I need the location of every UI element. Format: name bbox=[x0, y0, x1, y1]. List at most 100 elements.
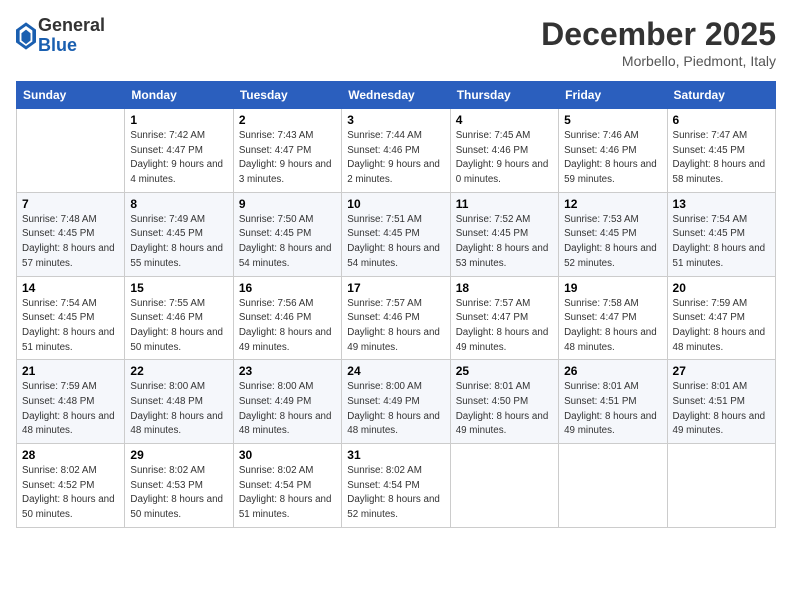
day-cell bbox=[667, 444, 775, 528]
day-cell bbox=[17, 109, 125, 193]
day-cell: 8 Sunrise: 7:49 AMSunset: 4:45 PMDaylight… bbox=[125, 192, 233, 276]
title-block: December 2025 Morbello, Piedmont, Italy bbox=[541, 16, 776, 69]
location: Morbello, Piedmont, Italy bbox=[541, 53, 776, 69]
day-info: Sunrise: 7:54 AMSunset: 4:45 PMDaylight:… bbox=[673, 213, 770, 272]
day-number: 19 bbox=[564, 281, 661, 295]
logo-general: General bbox=[38, 16, 105, 36]
day-number: 12 bbox=[564, 197, 661, 211]
day-number: 16 bbox=[239, 281, 336, 295]
logo-blue: Blue bbox=[38, 36, 105, 56]
day-number: 2 bbox=[239, 113, 336, 127]
day-info: Sunrise: 7:54 AMSunset: 4:45 PMDaylight:… bbox=[22, 297, 119, 356]
day-info: Sunrise: 7:42 AMSunset: 4:47 PMDaylight:… bbox=[130, 129, 227, 188]
weekday-friday: Friday bbox=[559, 82, 667, 109]
weekday-sunday: Sunday bbox=[17, 82, 125, 109]
day-info: Sunrise: 7:46 AMSunset: 4:46 PMDaylight:… bbox=[564, 129, 661, 188]
day-number: 23 bbox=[239, 364, 336, 378]
day-number: 8 bbox=[130, 197, 227, 211]
day-cell: 13Sunrise: 7:54 AMSunset: 4:45 PMDayligh… bbox=[667, 192, 775, 276]
day-number: 31 bbox=[347, 448, 444, 462]
day-number: 26 bbox=[564, 364, 661, 378]
day-cell: 31 Sunrise: 8:02 AMSunset: 4:54 PMDayligh… bbox=[342, 444, 450, 528]
weekday-tuesday: Tuesday bbox=[233, 82, 341, 109]
day-info: Sunrise: 7:49 AMSunset: 4:45 PMDaylight:… bbox=[130, 213, 227, 272]
day-cell: 19 Sunrise: 7:58 AMSunset: 4:47 PMDayligh… bbox=[559, 276, 667, 360]
day-cell bbox=[559, 444, 667, 528]
day-number: 25 bbox=[456, 364, 553, 378]
day-info: Sunrise: 7:47 AMSunset: 4:45 PMDaylight:… bbox=[673, 129, 770, 188]
day-info: Sunrise: 8:00 AMSunset: 4:49 PMDaylight:… bbox=[347, 380, 444, 439]
day-cell: 6 Sunrise: 7:47 AMSunset: 4:45 PMDaylight… bbox=[667, 109, 775, 193]
day-info: Sunrise: 8:02 AMSunset: 4:54 PMDaylight:… bbox=[347, 464, 444, 523]
day-info: Sunrise: 8:02 AMSunset: 4:54 PMDaylight:… bbox=[239, 464, 336, 523]
week-row-1: 7 Sunrise: 7:48 AMSunset: 4:45 PMDaylight… bbox=[17, 192, 776, 276]
day-number: 6 bbox=[673, 113, 770, 127]
day-number: 21 bbox=[22, 364, 119, 378]
day-cell: 18 Sunrise: 7:57 AMSunset: 4:47 PMDayligh… bbox=[450, 276, 558, 360]
week-row-4: 28 Sunrise: 8:02 AMSunset: 4:52 PMDayligh… bbox=[17, 444, 776, 528]
day-number: 14 bbox=[22, 281, 119, 295]
day-number: 10 bbox=[347, 197, 444, 211]
day-cell: 27 Sunrise: 8:01 AMSunset: 4:51 PMDayligh… bbox=[667, 360, 775, 444]
weekday-monday: Monday bbox=[125, 82, 233, 109]
day-number: 28 bbox=[22, 448, 119, 462]
day-cell: 3 Sunrise: 7:44 AMSunset: 4:46 PMDaylight… bbox=[342, 109, 450, 193]
day-info: Sunrise: 7:53 AMSunset: 4:45 PMDaylight:… bbox=[564, 213, 661, 272]
day-number: 24 bbox=[347, 364, 444, 378]
day-number: 15 bbox=[130, 281, 227, 295]
day-number: 22 bbox=[130, 364, 227, 378]
week-row-3: 21 Sunrise: 7:59 AMSunset: 4:48 PMDayligh… bbox=[17, 360, 776, 444]
month-title: December 2025 bbox=[541, 16, 776, 53]
day-info: Sunrise: 7:59 AMSunset: 4:48 PMDaylight:… bbox=[22, 380, 119, 439]
day-cell: 7 Sunrise: 7:48 AMSunset: 4:45 PMDaylight… bbox=[17, 192, 125, 276]
week-row-0: 1Sunrise: 7:42 AMSunset: 4:47 PMDaylight… bbox=[17, 109, 776, 193]
logo: General Blue bbox=[16, 16, 105, 56]
day-info: Sunrise: 7:55 AMSunset: 4:46 PMDaylight:… bbox=[130, 297, 227, 356]
day-info: Sunrise: 7:44 AMSunset: 4:46 PMDaylight:… bbox=[347, 129, 444, 188]
day-cell: 12 Sunrise: 7:53 AMSunset: 4:45 PMDayligh… bbox=[559, 192, 667, 276]
weekday-row: SundayMondayTuesdayWednesdayThursdayFrid… bbox=[17, 82, 776, 109]
day-info: Sunrise: 7:59 AMSunset: 4:47 PMDaylight:… bbox=[673, 297, 770, 356]
day-cell: 16 Sunrise: 7:56 AMSunset: 4:46 PMDayligh… bbox=[233, 276, 341, 360]
day-info: Sunrise: 7:58 AMSunset: 4:47 PMDaylight:… bbox=[564, 297, 661, 356]
logo-text: General Blue bbox=[38, 16, 105, 56]
day-info: Sunrise: 7:48 AMSunset: 4:45 PMDaylight:… bbox=[22, 213, 119, 272]
week-row-2: 14 Sunrise: 7:54 AMSunset: 4:45 PMDayligh… bbox=[17, 276, 776, 360]
day-cell: 26 Sunrise: 8:01 AMSunset: 4:51 PMDayligh… bbox=[559, 360, 667, 444]
logo-icon bbox=[16, 22, 36, 50]
page-header: General Blue December 2025 Morbello, Pie… bbox=[16, 16, 776, 69]
day-cell: 15 Sunrise: 7:55 AMSunset: 4:46 PMDayligh… bbox=[125, 276, 233, 360]
day-number: 18 bbox=[456, 281, 553, 295]
day-cell: 23 Sunrise: 8:00 AMSunset: 4:49 PMDayligh… bbox=[233, 360, 341, 444]
weekday-saturday: Saturday bbox=[667, 82, 775, 109]
day-info: Sunrise: 7:57 AMSunset: 4:47 PMDaylight:… bbox=[456, 297, 553, 356]
day-number: 7 bbox=[22, 197, 119, 211]
day-info: Sunrise: 8:00 AMSunset: 4:49 PMDaylight:… bbox=[239, 380, 336, 439]
day-info: Sunrise: 8:01 AMSunset: 4:51 PMDaylight:… bbox=[673, 380, 770, 439]
calendar-body: 1Sunrise: 7:42 AMSunset: 4:47 PMDaylight… bbox=[17, 109, 776, 528]
day-number: 17 bbox=[347, 281, 444, 295]
day-cell: 25 Sunrise: 8:01 AMSunset: 4:50 PMDayligh… bbox=[450, 360, 558, 444]
day-cell bbox=[450, 444, 558, 528]
day-info: Sunrise: 8:01 AMSunset: 4:51 PMDaylight:… bbox=[564, 380, 661, 439]
weekday-wednesday: Wednesday bbox=[342, 82, 450, 109]
day-info: Sunrise: 8:02 AMSunset: 4:52 PMDaylight:… bbox=[22, 464, 119, 523]
day-info: Sunrise: 7:45 AMSunset: 4:46 PMDaylight:… bbox=[456, 129, 553, 188]
day-cell: 14 Sunrise: 7:54 AMSunset: 4:45 PMDayligh… bbox=[17, 276, 125, 360]
day-info: Sunrise: 8:01 AMSunset: 4:50 PMDaylight:… bbox=[456, 380, 553, 439]
weekday-thursday: Thursday bbox=[450, 82, 558, 109]
day-cell: 24 Sunrise: 8:00 AMSunset: 4:49 PMDayligh… bbox=[342, 360, 450, 444]
day-number: 29 bbox=[130, 448, 227, 462]
day-cell: 29 Sunrise: 8:02 AMSunset: 4:53 PMDayligh… bbox=[125, 444, 233, 528]
day-number: 20 bbox=[673, 281, 770, 295]
day-number: 11 bbox=[456, 197, 553, 211]
day-info: Sunrise: 8:02 AMSunset: 4:53 PMDaylight:… bbox=[130, 464, 227, 523]
day-number: 27 bbox=[673, 364, 770, 378]
day-cell: 9Sunrise: 7:50 AMSunset: 4:45 PMDaylight… bbox=[233, 192, 341, 276]
day-number: 30 bbox=[239, 448, 336, 462]
day-info: Sunrise: 7:52 AMSunset: 4:45 PMDaylight:… bbox=[456, 213, 553, 272]
day-info: Sunrise: 7:56 AMSunset: 4:46 PMDaylight:… bbox=[239, 297, 336, 356]
day-cell: 21 Sunrise: 7:59 AMSunset: 4:48 PMDayligh… bbox=[17, 360, 125, 444]
day-cell: 2Sunrise: 7:43 AMSunset: 4:47 PMDaylight… bbox=[233, 109, 341, 193]
day-number: 3 bbox=[347, 113, 444, 127]
